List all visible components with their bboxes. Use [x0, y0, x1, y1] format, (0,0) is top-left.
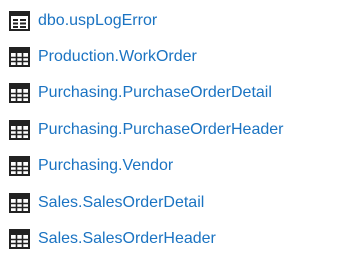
list-item-label[interactable]: dbo.uspLogError [38, 11, 157, 31]
list-item-sales-salesorderheader[interactable]: Sales.SalesOrderHeader [9, 226, 216, 252]
table-icon [9, 193, 30, 213]
list-item-label[interactable]: Sales.SalesOrderHeader [38, 229, 216, 249]
list-item-purchasing-purchaseorderdetail[interactable]: Purchasing.PurchaseOrderDetail [9, 80, 272, 106]
table-icon [9, 120, 30, 140]
table-icon [9, 156, 30, 176]
list-item-label[interactable]: Purchasing.PurchaseOrderDetail [38, 83, 272, 103]
table-icon [9, 83, 30, 103]
list-item-purchasing-purchaseorderheader[interactable]: Purchasing.PurchaseOrderHeader [9, 117, 283, 143]
list-item-dbo-usplogerror[interactable]: dbo.uspLogError [9, 8, 157, 34]
list-item-label[interactable]: Sales.SalesOrderDetail [38, 193, 204, 213]
stored-procedure-icon [9, 11, 30, 31]
list-item-label[interactable]: Purchasing.PurchaseOrderHeader [38, 120, 283, 140]
list-item-label[interactable]: Purchasing.Vendor [38, 156, 173, 176]
list-item-purchasing-vendor[interactable]: Purchasing.Vendor [9, 153, 173, 179]
list-item-label[interactable]: Production.WorkOrder [38, 47, 197, 67]
table-icon [9, 229, 30, 249]
table-icon [9, 47, 30, 67]
list-item-production-workorder[interactable]: Production.WorkOrder [9, 44, 197, 70]
list-item-sales-salesorderdetail[interactable]: Sales.SalesOrderDetail [9, 190, 204, 216]
